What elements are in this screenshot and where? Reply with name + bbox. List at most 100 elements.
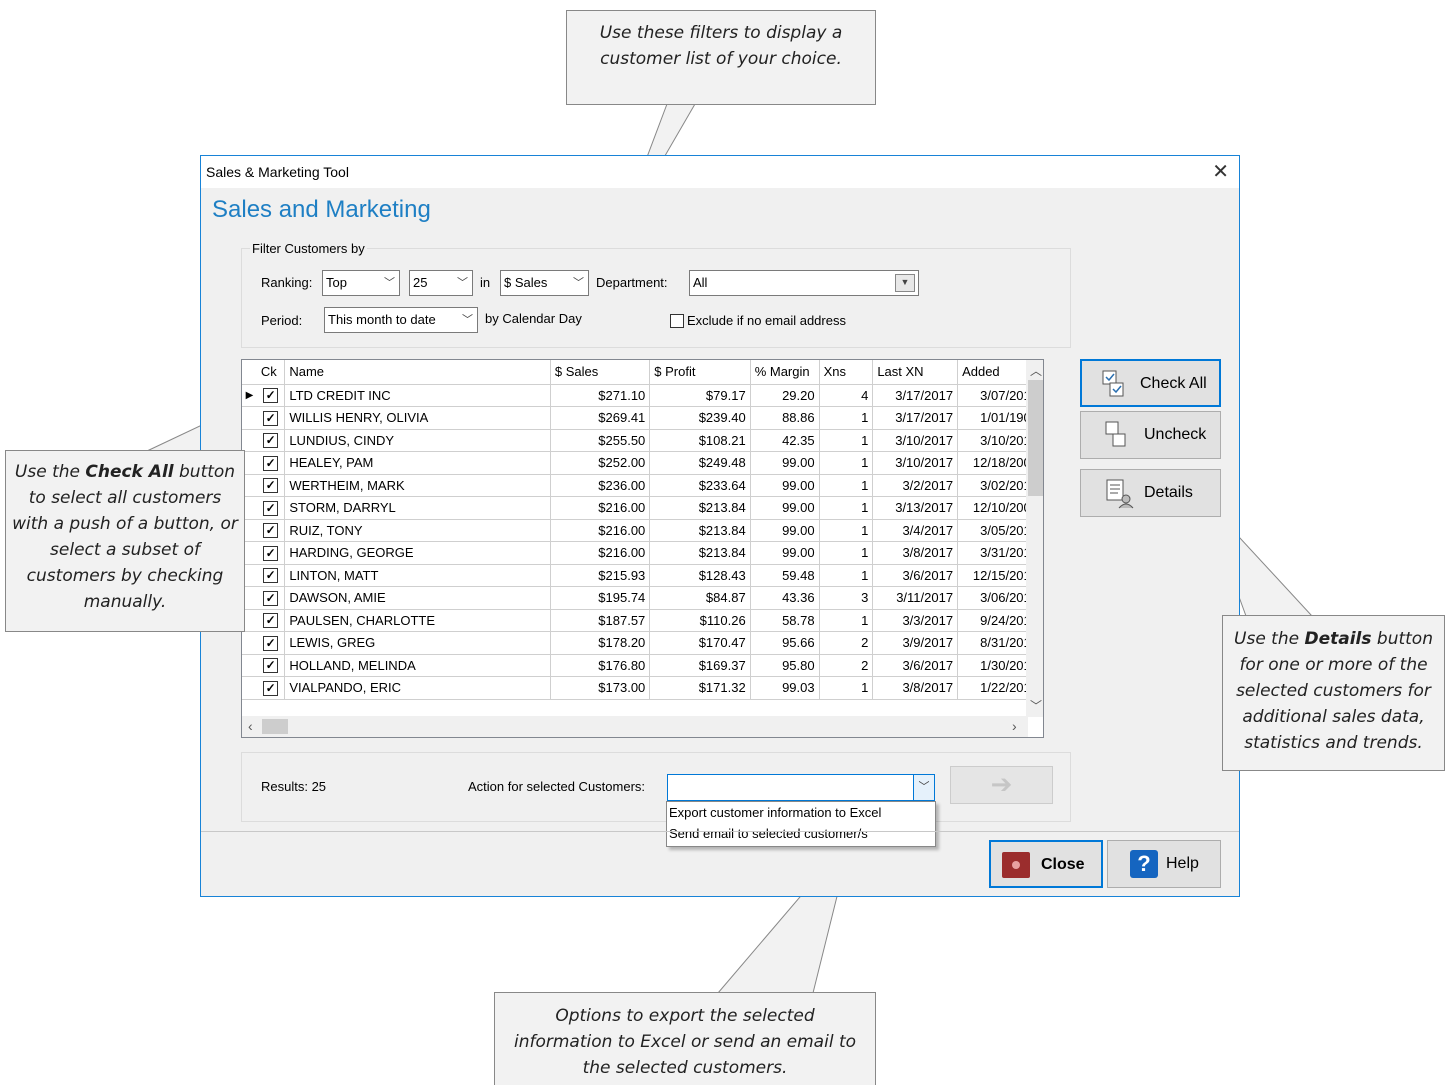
ranking-select-value: Top <box>326 275 347 290</box>
close-window-icon[interactable]: ✕ <box>1212 159 1229 184</box>
row-checkbox[interactable]: ✓ <box>263 410 279 426</box>
table-cell: LEWIS, GREG <box>284 631 551 655</box>
table-row[interactable]: ✓ HEALEY, PAM $252.00 $249.48 99.00 1 3/10/201… <box>242 451 1043 475</box>
table-cell: 1 <box>819 429 874 452</box>
table-row[interactable]: ✓ LUNDIUS, CINDY $255.50 $108.21 42.35 1 3/10/… <box>242 429 1043 452</box>
row-checkbox[interactable]: ✓ <box>263 613 279 629</box>
column-header[interactable]: Name <box>284 360 551 385</box>
close-label: Close <box>1041 856 1085 873</box>
measure-select[interactable]: $ Sales ﹀ <box>500 270 589 296</box>
row-checkbox-cell: ✓ <box>256 519 286 542</box>
table-cell: 1 <box>819 609 874 632</box>
table-cell: 1 <box>819 474 874 497</box>
go-action-button[interactable]: ➔ <box>950 766 1053 804</box>
column-header[interactable]: $ Sales <box>550 360 651 385</box>
row-checkbox-cell: ✓ <box>256 676 286 700</box>
table-cell: 59.48 <box>750 564 820 587</box>
column-header[interactable]: % Margin <box>750 360 820 385</box>
row-checkbox[interactable]: ✓ <box>263 658 279 674</box>
scrollbar-thumb[interactable] <box>1028 380 1043 496</box>
table-row[interactable]: ✓ PAULSEN, CHARLOTTE $187.57 $110.26 58.78 1 3… <box>242 609 1043 632</box>
action-option-export[interactable]: Export customer information to Excel <box>667 802 935 823</box>
row-checkbox[interactable]: ✓ <box>263 568 279 584</box>
chevron-down-icon[interactable]: ﹀ <box>913 775 934 800</box>
column-header[interactable]: Xns <box>819 360 874 385</box>
arrow-right-icon: ➔ <box>990 769 1013 799</box>
row-checkbox-cell: ✓ <box>256 586 286 610</box>
table-row[interactable]: ✓ WILLIS HENRY, OLIVIA $269.41 $239.40 88.86… <box>242 406 1043 430</box>
chevron-down-icon: ﹀ <box>457 277 468 289</box>
table-cell: 3 <box>819 586 874 610</box>
indicator-header <box>242 360 257 385</box>
action-option-email[interactable]: Send email to selected customer/s <box>667 823 935 844</box>
row-checkbox[interactable]: ✓ <box>263 433 279 449</box>
close-button[interactable]: Close <box>989 840 1103 888</box>
row-checkbox[interactable]: ✓ <box>263 478 279 494</box>
table-row[interactable]: ✓ HARDING, GEORGE $216.00 $213.84 99.00 1 3/8/… <box>242 541 1043 565</box>
row-indicator <box>242 654 257 677</box>
table-cell: 99.00 <box>750 541 820 565</box>
scroll-left-icon[interactable]: ‹ <box>248 718 253 734</box>
row-checkbox[interactable]: ✓ <box>263 680 279 696</box>
check-all-button[interactable]: Check All <box>1080 359 1221 407</box>
table-row[interactable]: ✓ WERTHEIM, MARK $236.00 $233.64 99.00 1 3/2/2… <box>242 474 1043 497</box>
table-cell: $269.41 <box>550 406 651 430</box>
table-row[interactable]: ▶ ✓ LTD CREDIT INC $271.10 $79.17 29.20 4 3/17/… <box>242 384 1043 407</box>
table-row[interactable]: ✓ LEWIS, GREG $178.20 $170.47 95.66 2 3/9/2017… <box>242 631 1043 655</box>
row-checkbox[interactable]: ✓ <box>263 500 279 516</box>
row-checkbox[interactable]: ✓ <box>263 590 279 606</box>
current-row-indicator: ▶ <box>242 384 257 407</box>
help-label: Help <box>1166 855 1199 872</box>
department-label: Department: <box>596 275 668 290</box>
check-all-icon <box>1102 370 1126 403</box>
row-checkbox[interactable]: ✓ <box>263 545 279 561</box>
scrollbar-thumb[interactable] <box>262 719 288 734</box>
column-header[interactable]: $ Profit <box>649 360 751 385</box>
details-button[interactable]: Details <box>1080 469 1221 517</box>
dropdown-arrow-icon[interactable]: ▼ <box>895 274 915 292</box>
vertical-scrollbar[interactable]: ︿ ﹀ <box>1026 360 1043 717</box>
table-cell: $213.84 <box>649 519 751 542</box>
table-cell: $213.84 <box>649 541 751 565</box>
table-cell: 3/4/2017 <box>872 519 959 542</box>
table-cell: 2 <box>819 654 874 677</box>
page-title: Sales and Marketing <box>212 196 431 223</box>
column-header[interactable]: Ck <box>256 360 286 385</box>
row-checkbox[interactable]: ✓ <box>263 455 279 471</box>
row-checkbox[interactable]: ✓ <box>263 635 279 651</box>
row-checkbox-cell: ✓ <box>256 654 286 677</box>
department-select[interactable]: All ▼ <box>689 270 919 296</box>
table-cell: 99.00 <box>750 474 820 497</box>
row-checkbox-cell: ✓ <box>256 474 286 497</box>
uncheck-button[interactable]: Uncheck <box>1080 411 1221 459</box>
table-row[interactable]: ✓ RUIZ, TONY $216.00 $213.84 99.00 1 3/4/2017 3… <box>242 519 1043 542</box>
ranking-select[interactable]: Top ﹀ <box>322 270 400 296</box>
table-cell: 3/10/2017 <box>872 451 959 475</box>
row-checkbox[interactable]: ✓ <box>263 523 279 539</box>
action-select[interactable]: ﹀ <box>667 774 935 801</box>
table-cell: RUIZ, TONY <box>284 519 551 542</box>
table-row[interactable]: ✓ STORM, DARRYL $216.00 $213.84 99.00 1 3/13/2… <box>242 496 1043 520</box>
table-row[interactable]: ✓ VIALPANDO, ERIC $173.00 $171.32 99.03 1 3/8/… <box>242 676 1043 700</box>
table-row[interactable]: ✓ DAWSON, AMIE $195.74 $84.87 43.36 3 3/11/201… <box>242 586 1043 610</box>
chevron-down-icon: ﹀ <box>384 277 395 289</box>
scroll-right-icon[interactable]: › <box>1012 718 1017 734</box>
scroll-down-icon[interactable]: ﹀ <box>1030 697 1042 714</box>
scroll-up-icon[interactable]: ︿ <box>1030 362 1042 379</box>
period-select[interactable]: This month to date ﹀ <box>324 307 478 333</box>
count-select[interactable]: 25 ﹀ <box>409 270 473 296</box>
horizontal-scrollbar[interactable]: ‹ › <box>242 716 1028 737</box>
exclude-no-email-checkbox[interactable] <box>670 314 684 328</box>
table-cell: 95.66 <box>750 631 820 655</box>
column-header[interactable]: Last XN <box>872 360 959 385</box>
table-cell: $176.80 <box>550 654 651 677</box>
table-row[interactable]: ✓ LINTON, MATT $215.93 $128.43 59.48 1 3/6/201… <box>242 564 1043 587</box>
table-cell: 1 <box>819 519 874 542</box>
table-cell: 58.78 <box>750 609 820 632</box>
table-cell: 95.80 <box>750 654 820 677</box>
period-label: Period: <box>261 313 303 328</box>
help-button[interactable]: ? Help <box>1107 840 1221 888</box>
table-row[interactable]: ✓ HOLLAND, MELINDA $176.80 $169.37 95.80 2 3/6… <box>242 654 1043 677</box>
row-checkbox[interactable]: ✓ <box>263 388 279 404</box>
row-indicator <box>242 429 257 452</box>
